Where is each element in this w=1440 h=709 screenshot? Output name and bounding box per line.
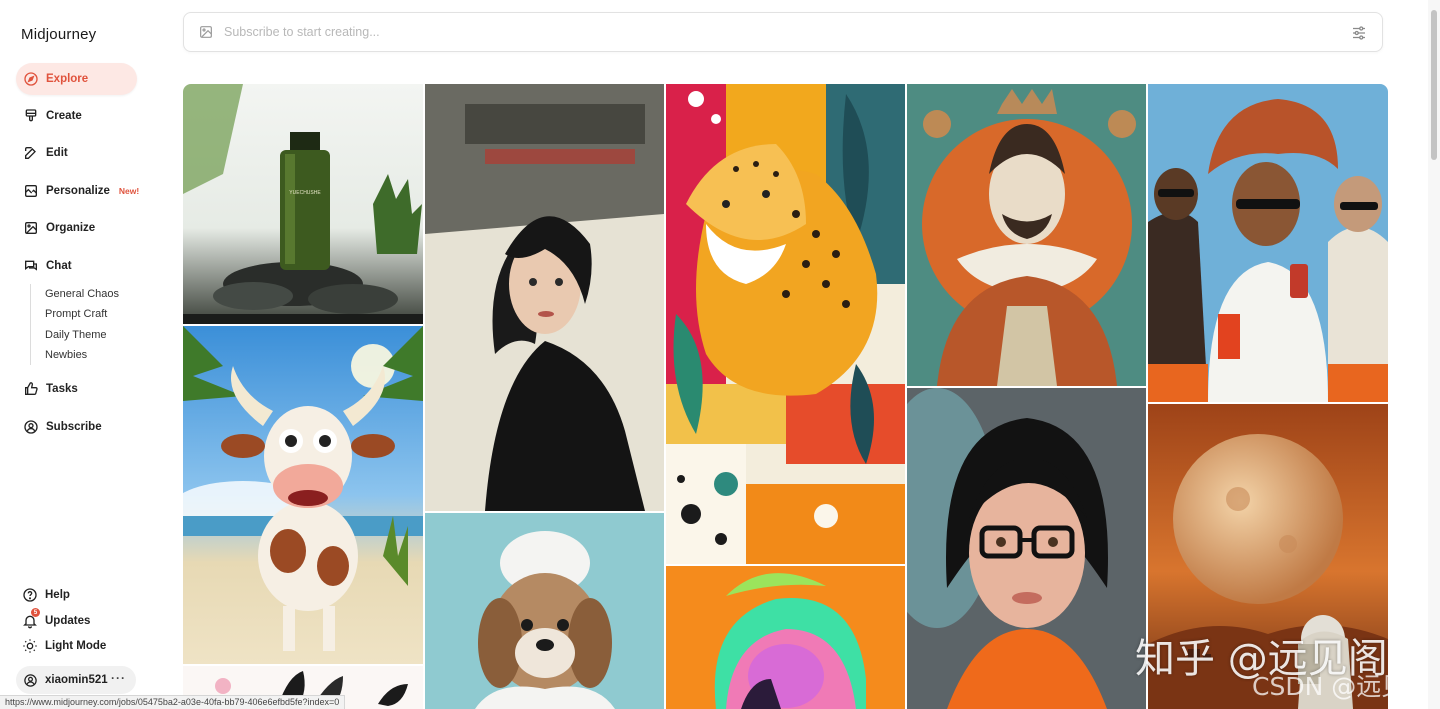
gallery-image-colorful-girl[interactable] <box>666 566 905 709</box>
personalize-icon <box>25 185 37 197</box>
more-options-button[interactable]: ··· <box>111 672 126 684</box>
chat-room-list: General Chaos Prompt Craft Daily Theme N… <box>30 284 140 366</box>
gallery-image-dog-towel[interactable] <box>425 513 664 709</box>
nav-chat-label: Chat <box>46 260 72 272</box>
new-badge: New! <box>118 186 140 196</box>
nav-personalize-label: Personalize <box>46 185 110 197</box>
nav-create[interactable]: Create <box>16 100 137 132</box>
image-icon <box>25 222 37 234</box>
app-logo[interactable]: Midjourney <box>21 26 96 43</box>
theme-label: Light Mode <box>45 640 107 652</box>
gallery-image-skincare-bottle[interactable]: YUECHUSHE <box>183 84 423 324</box>
chat-room-newbies[interactable]: Newbies <box>45 345 140 365</box>
nav-organize-label: Organize <box>46 222 96 234</box>
user-menu[interactable]: xiaomin521 ··· <box>16 666 136 694</box>
gallery-image-leopard-art[interactable] <box>666 84 905 564</box>
theme-toggle[interactable]: Light Mode <box>22 638 106 654</box>
woman-blur-image <box>425 84 664 511</box>
skincare-bottle-image: YUECHUSHE <box>183 84 423 324</box>
updates-count-badge: 5 <box>31 608 40 617</box>
nav-edit[interactable]: Edit <box>16 137 137 169</box>
leopard-art-image <box>666 84 905 564</box>
thumbs-up-icon <box>25 382 38 396</box>
svg-text:YUECHUSHE: YUECHUSHE <box>289 190 321 196</box>
gallery-image-friends-group[interactable] <box>1148 84 1388 402</box>
sidebar: Midjourney Explore Create Edit Personali… <box>0 0 165 709</box>
brush-icon <box>25 109 37 122</box>
nav-edit-label: Edit <box>46 147 68 159</box>
chat-icon <box>25 260 37 271</box>
status-bar-url: https://www.midjourney.com/jobs/05475ba2… <box>0 695 346 709</box>
updates-link[interactable]: 5 Updates <box>22 608 91 629</box>
watermark-csdn: CSDN @远见阁 <box>1252 672 1432 701</box>
friends-group-image <box>1148 84 1388 402</box>
gallery-image-woman-glasses[interactable] <box>907 388 1146 709</box>
sun-icon <box>23 639 37 653</box>
nav-organize[interactable]: Organize <box>16 212 137 244</box>
user-circle-icon <box>24 420 38 434</box>
gallery-image-cartoon-cow[interactable] <box>183 326 423 664</box>
woman-glasses-image <box>907 388 1146 709</box>
gallery-image-nobleman-portrait[interactable] <box>907 84 1146 386</box>
username: xiaomin521 <box>45 674 108 686</box>
gallery-image-woman-blur[interactable] <box>425 84 664 511</box>
nav-chat[interactable]: Chat <box>16 250 137 282</box>
cartoon-cow-image <box>183 326 423 664</box>
user-circle-icon <box>24 673 37 687</box>
explore-gallery: YUECHUSHE <box>183 84 1388 709</box>
dog-towel-image <box>425 513 664 709</box>
updates-label: Updates <box>45 615 91 627</box>
help-icon <box>23 588 37 602</box>
chat-room-general-chaos[interactable]: General Chaos <box>45 284 140 304</box>
nav-explore-label: Explore <box>46 73 89 85</box>
compass-icon <box>24 72 38 86</box>
settings-sliders-icon[interactable] <box>1350 24 1368 42</box>
nobleman-portrait-image <box>907 84 1146 386</box>
prompt-input[interactable] <box>224 25 1324 39</box>
updates-icon-wrap: 5 <box>22 608 45 629</box>
nav-tasks[interactable]: Tasks <box>16 373 137 405</box>
scrollbar-thumb[interactable] <box>1431 10 1437 160</box>
image-upload-icon[interactable] <box>198 24 214 40</box>
prompt-bar <box>183 12 1383 52</box>
chat-room-prompt-craft[interactable]: Prompt Craft <box>45 304 140 324</box>
help-label: Help <box>45 589 70 601</box>
nav-explore[interactable]: Explore <box>16 63 137 95</box>
nav-create-label: Create <box>46 110 82 122</box>
chat-room-daily-theme[interactable]: Daily Theme <box>45 325 140 345</box>
help-link[interactable]: Help <box>22 587 70 603</box>
nav-personalize[interactable]: Personalize New! <box>16 175 140 207</box>
colorful-girl-image <box>666 566 905 709</box>
nav-subscribe-label: Subscribe <box>46 421 102 433</box>
nav-tasks-label: Tasks <box>46 383 78 395</box>
nav-subscribe[interactable]: Subscribe <box>16 411 137 443</box>
edit-icon <box>25 147 36 159</box>
